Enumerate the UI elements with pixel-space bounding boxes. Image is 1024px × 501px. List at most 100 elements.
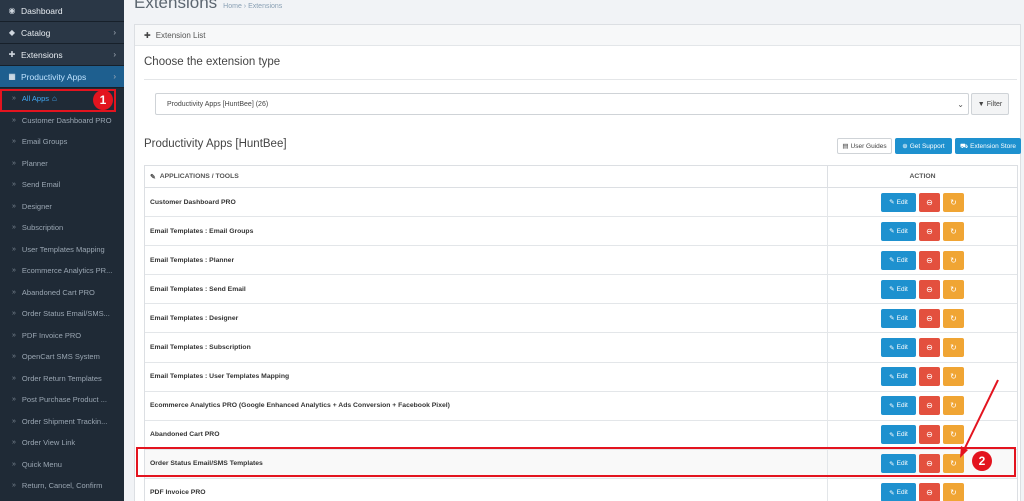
sidebar-subitem-label: Planner [21,158,48,168]
edit-button[interactable]: ✎ Edit [881,192,916,212]
sidebar-item-label: Catalog [21,27,51,38]
edit-label: Edit [896,402,908,410]
refresh-button[interactable]: ↻ [943,338,964,358]
sidebar-subitem[interactable]: » Planner [0,153,124,175]
row-actions: ✎ Edit ⊖ ↻ [828,479,1017,501]
sidebar-subitem[interactable]: » Post Purchase Product ... [0,389,124,411]
chevron-right-icon: › [113,50,116,59]
refresh-icon: ↻ [950,343,957,353]
page-title: Extensions [134,0,218,12]
refresh-button[interactable]: ↻ [943,221,964,241]
refresh-button[interactable]: ↻ [943,279,964,299]
uninstall-button[interactable]: ⊖ [919,308,940,328]
edit-button[interactable]: ✎ Edit [881,221,916,241]
sidebar-subitem[interactable]: » PDF Invoice PRO [0,325,124,347]
refresh-icon: ↻ [950,313,957,323]
refresh-button[interactable]: ↻ [943,396,964,416]
user-guides-label: User Guides [850,142,887,150]
uninstall-button[interactable]: ⊖ [919,250,940,270]
refresh-button[interactable]: ↻ [943,308,964,328]
sidebar-subitem[interactable]: » Email Groups [0,131,124,153]
sidebar-item-catalog[interactable]: ◆ Catalog › [0,22,124,44]
double-chevron-icon: » [12,310,16,318]
sidebar-item-dashboard[interactable]: ◉ Dashboard [0,0,124,22]
extension-store-button[interactable]: ⛟ Extension Store [955,138,1021,154]
double-chevron-icon: » [12,116,16,124]
get-support-button[interactable]: ⊕ Get Support [895,138,952,154]
sidebar-subitem-label: Return, Cancel, Confirm [21,481,103,491]
sidebar-subitem[interactable]: » Quick Menu [0,454,124,476]
double-chevron-icon: » [12,396,16,404]
refresh-button[interactable]: ↻ [943,425,964,445]
sidebar-subitem[interactable]: » User Templates Mapping [0,239,124,261]
sidebar-subitem[interactable]: » Ecommerce Analytics PR... [0,260,124,282]
sidebar-subitem-label: Email Groups [21,137,68,147]
uninstall-button[interactable]: ⊖ [919,221,940,241]
sidebar-subitem-label: Order Status Email/SMS... [21,309,110,319]
edit-button[interactable]: ✎ Edit [881,367,916,387]
refresh-icon: ↻ [950,372,957,382]
edit-button[interactable]: ✎ Edit [881,483,916,501]
sidebar-subitem[interactable]: » Order Status Email/SMS... [0,303,124,325]
uninstall-button[interactable]: ⊖ [919,338,940,358]
uninstall-button[interactable]: ⊖ [919,192,940,212]
refresh-button[interactable]: ↻ [943,367,964,387]
sidebar-subitem[interactable]: » Abandoned Cart PRO [0,282,124,304]
uninstall-button[interactable]: ⊖ [919,367,940,387]
refresh-button[interactable]: ↻ [943,250,964,270]
filter-button[interactable]: ▼ Filter [971,93,1009,115]
sidebar-subitem[interactable]: » OpenCart SMS System [0,346,124,368]
sidebar-subitem-label: PDF Invoice PRO [21,330,82,340]
breadcrumb: Extensions Home › Extensions [134,0,282,12]
refresh-icon: ↻ [950,401,957,411]
sidebar-subitem[interactable]: » Designer [0,196,124,218]
extension-type-select[interactable]: Productivity Apps [HuntBee] (26) ⌄ [155,93,969,115]
sidebar-subitem[interactable]: » Order View Link [0,432,124,454]
chevron-down-icon: ⌄ [957,99,964,109]
sidebar-subitem[interactable]: » Customer Dashboard PRO [0,110,124,132]
sidebar: ◉ Dashboard ◆ Catalog › ✚ Extensions › ▦… [0,0,124,501]
row-actions: ✎ Edit ⊖ ↻ [828,392,1017,420]
app-name: Customer Dashboard PRO [145,188,828,217]
refresh-button[interactable]: ↻ [943,483,964,501]
double-chevron-icon: » [12,417,16,425]
refresh-button[interactable]: ↻ [943,192,964,212]
edit-button[interactable]: ✎ Edit [881,279,916,299]
table-row: Email Templates : Email Groups ✎ Edit ⊖ ↻ [145,217,1017,247]
edit-button[interactable]: ✎ Edit [881,396,916,416]
pencil-icon: ✎ [889,344,895,352]
edit-button[interactable]: ✎ Edit [881,425,916,445]
uninstall-button[interactable]: ⊖ [919,396,940,416]
breadcrumb-links[interactable]: Home › Extensions [223,3,282,10]
get-support-label: Get Support [909,142,945,150]
sidebar-subitem[interactable]: » Send Email [0,174,124,196]
minus-circle-icon: ⊖ [926,430,933,440]
user-guides-button[interactable]: ▤ User Guides [837,138,892,154]
sidebar-subitem[interactable]: » Order Return Templates [0,368,124,390]
minus-circle-icon: ⊖ [926,372,933,382]
table-header: ✎ APPLICATIONS / TOOLS ACTION [145,166,1017,188]
minus-circle-icon: ⊖ [926,226,933,236]
uninstall-button[interactable]: ⊖ [919,279,940,299]
sidebar-subitem-label: Send Email [21,180,61,190]
sidebar-subitem[interactable]: » Subscription [0,217,124,239]
double-chevron-icon: » [12,353,16,361]
double-chevron-icon: » [12,331,16,339]
row-actions: ✎ Edit ⊖ ↻ [828,246,1017,274]
double-chevron-icon: » [12,460,16,468]
edit-label: Edit [896,431,908,439]
edit-button[interactable]: ✎ Edit [881,308,916,328]
uninstall-button[interactable]: ⊖ [919,425,940,445]
edit-button[interactable]: ✎ Edit [881,338,916,358]
puzzle-icon: ✚ [8,50,16,59]
sidebar-subitem[interactable]: » Return, Cancel, Confirm [0,475,124,497]
sidebar-subitem[interactable]: » Order Shipment Trackin... [0,411,124,433]
sidebar-item-extensions[interactable]: ✚ Extensions › [0,44,124,66]
edit-button[interactable]: ✎ Edit [881,250,916,270]
double-chevron-icon: » [12,245,16,253]
uninstall-button[interactable]: ⊖ [919,483,940,501]
sidebar-subitem-label: Customer Dashboard PRO [21,115,112,125]
app-name: Email Templates : Send Email [145,275,828,304]
sidebar-item-productivity-apps[interactable]: ▦ Productivity Apps › [0,66,124,88]
pencil-icon: ✎ [889,431,895,439]
